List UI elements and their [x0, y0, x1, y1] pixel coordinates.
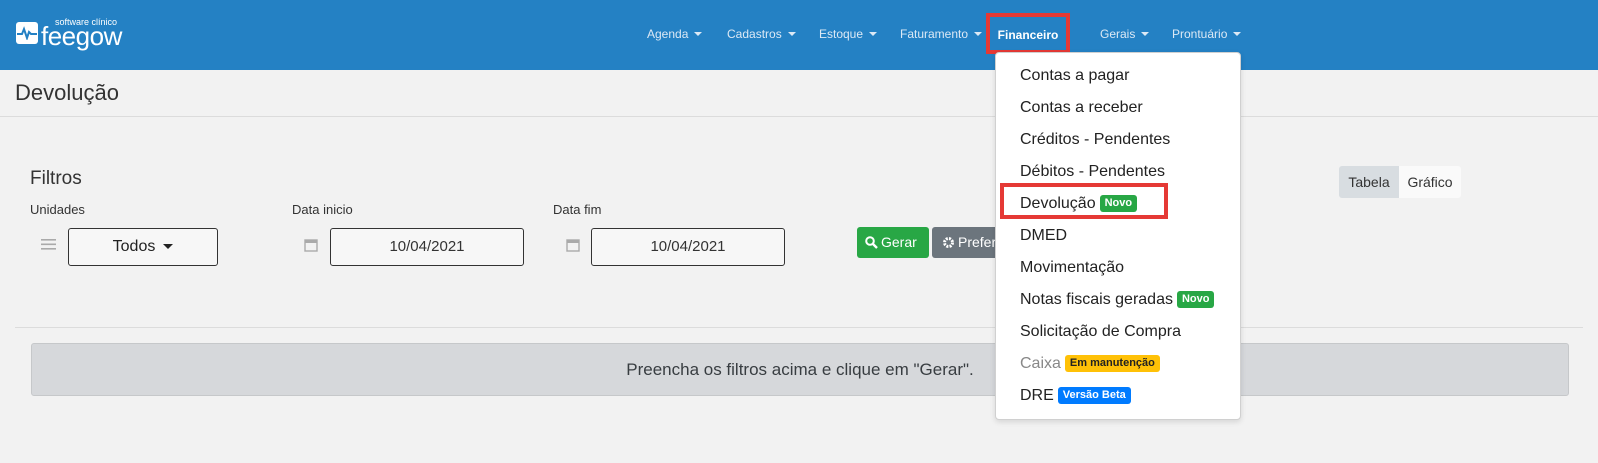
nav-prontuario[interactable]: Prontuário — [1172, 27, 1242, 41]
chevron-down-icon — [1141, 32, 1150, 36]
chevron-down-icon — [787, 32, 796, 36]
menu-item-label: DRE — [1020, 387, 1054, 404]
chevron-down-icon — [869, 32, 878, 36]
logo-icon — [16, 22, 38, 44]
data-fim-label: Data fim — [553, 202, 602, 217]
nav-cadastros[interactable]: Cadastros — [727, 27, 796, 41]
tabela-toggle[interactable]: Tabela — [1339, 166, 1399, 198]
menu-item-dmed[interactable]: DMED — [1020, 227, 1067, 245]
gerar-label: Gerar — [881, 234, 917, 250]
unidades-value: Todos — [112, 238, 156, 255]
menu-item-label: Débitos - Pendentes — [1020, 163, 1165, 180]
grafico-toggle[interactable]: Gráfico — [1399, 166, 1461, 198]
calendar-icon — [304, 238, 318, 257]
content-divider — [15, 327, 1583, 328]
maintenance-badge: Em manutenção — [1064, 355, 1160, 372]
menu-item-label: Notas fiscais geradas — [1020, 291, 1173, 308]
menu-item-label: Créditos - Pendentes — [1020, 131, 1171, 148]
data-inicio-label: Data inicio — [292, 202, 353, 217]
menu-item-debitos-pendentes[interactable]: Débitos - Pendentes — [1020, 163, 1165, 181]
menu-item-dre[interactable]: DRE Versão Beta — [1020, 387, 1131, 405]
nav-cadastros-label: Cadastros — [727, 27, 782, 41]
preferencias-label: Prefer — [958, 234, 997, 250]
nav-financeiro[interactable]: Financeiro — [986, 13, 1070, 54]
nav-faturamento-label: Faturamento — [900, 27, 969, 41]
new-badge: Novo — [1176, 291, 1215, 308]
data-fim-input[interactable]: 10/04/2021 — [591, 228, 785, 266]
preferencias-button[interactable]: Prefer — [932, 227, 1002, 258]
unidades-label: Unidades — [30, 202, 85, 217]
menu-item-creditos-pendentes[interactable]: Créditos - Pendentes — [1020, 131, 1170, 149]
menu-item-caixa[interactable]: Caixa Em manutenção — [1020, 355, 1160, 373]
chevron-down-icon — [694, 32, 703, 36]
menu-item-notas-fiscais-geradas[interactable]: Notas fiscais geradas Novo — [1020, 291, 1215, 309]
nav-faturamento[interactable]: Faturamento — [900, 27, 983, 41]
menu-item-label: Caixa — [1020, 355, 1061, 372]
feegow-logo[interactable]: software clínico feegow — [16, 16, 136, 52]
menu-item-movimentacao[interactable]: Movimentação — [1020, 259, 1124, 277]
data-inicio-input[interactable]: 10/04/2021 — [330, 228, 524, 266]
nav-estoque[interactable]: Estoque — [819, 27, 878, 41]
menu-item-label: Contas a receber — [1020, 99, 1143, 116]
logo-name: feegow — [41, 21, 122, 51]
nav-gerais[interactable]: Gerais — [1100, 27, 1150, 41]
gerar-button[interactable]: Gerar — [857, 227, 929, 258]
menu-item-label: Solicitação de Compra — [1020, 323, 1181, 340]
beta-badge: Versão Beta — [1057, 387, 1131, 404]
page-title: Devolução — [15, 80, 119, 105]
nav-agenda-label: Agenda — [647, 27, 689, 41]
nav-estoque-label: Estoque — [819, 27, 864, 41]
top-navbar: software clínico feegow Agenda Cadastros… — [0, 0, 1598, 70]
menu-item-label: DMED — [1020, 227, 1068, 244]
nav-gerais-label: Gerais — [1100, 27, 1136, 41]
nav-prontuario-label: Prontuário — [1172, 27, 1228, 41]
empty-state-notice: Preencha os filtros acima e clique em "G… — [31, 343, 1569, 396]
gear-icon — [943, 237, 954, 248]
chevron-down-icon — [163, 244, 174, 249]
chevron-down-icon — [1233, 32, 1242, 36]
nav-agenda[interactable]: Agenda — [647, 27, 703, 41]
search-icon — [865, 236, 878, 249]
menu-item-label: Contas a pagar — [1020, 67, 1130, 84]
filters-heading: Filtros — [30, 168, 82, 189]
menu-item-contas-a-receber[interactable]: Contas a receber — [1020, 99, 1143, 117]
devolucao-highlight — [1000, 183, 1168, 219]
header-divider — [0, 116, 1598, 117]
chevron-down-icon — [974, 32, 983, 36]
nav-financeiro-label: Financeiro — [997, 28, 1059, 42]
list-icon — [41, 238, 56, 256]
unidades-select[interactable]: Todos — [68, 228, 218, 266]
calendar-icon — [566, 238, 580, 257]
menu-item-solicitacao-de-compra[interactable]: Solicitação de Compra — [1020, 323, 1181, 341]
financeiro-dropdown-menu: Contas a pagar Contas a receber Créditos… — [995, 52, 1241, 420]
menu-item-label: Movimentação — [1020, 259, 1125, 276]
menu-item-contas-a-pagar[interactable]: Contas a pagar — [1020, 67, 1129, 85]
